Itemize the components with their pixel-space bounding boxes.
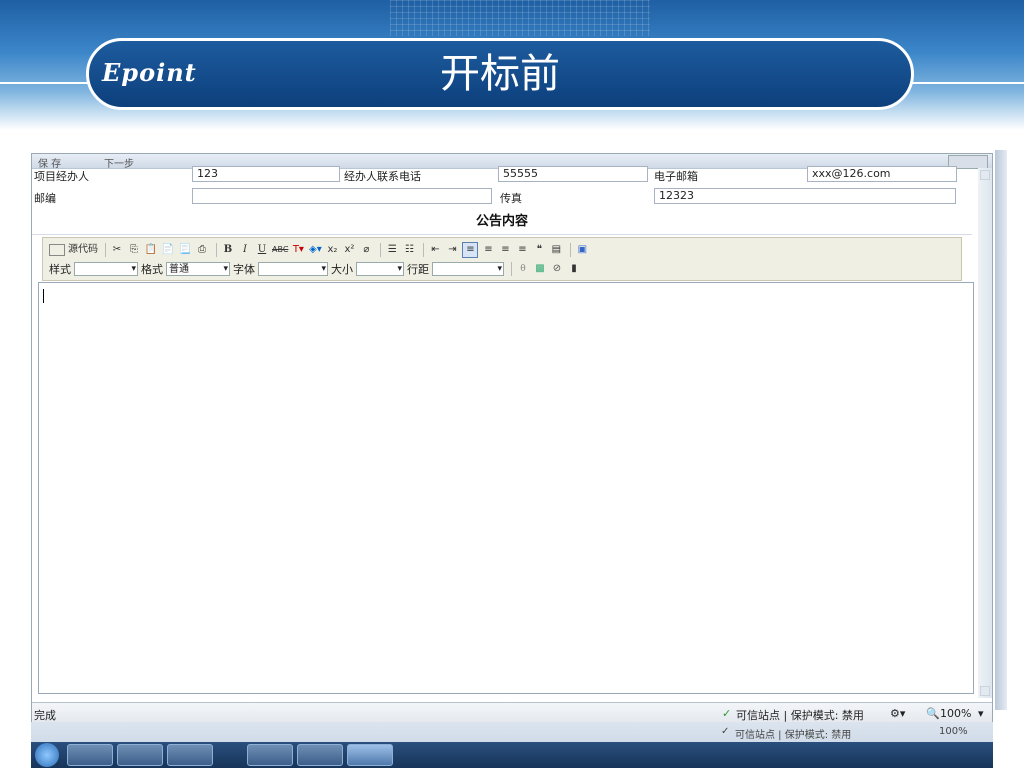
subscript-button[interactable]: x₂ <box>325 243 339 257</box>
form-row-postcode: 邮编 传真 12323 <box>32 186 972 208</box>
trusted-zone-text[interactable]: 可信站点 | 保护模式: 禁用 <box>736 707 864 723</box>
paste-text-icon[interactable]: 📄 <box>161 243 175 257</box>
echo-check-icon: ✓ <box>721 726 730 737</box>
blockquote-icon[interactable]: ❝ <box>532 243 546 257</box>
editor-toolbar-row1: 源代码 ✂ ⎘ 📋 📄 📃 ⎙ B I U ABC T▾ ◈▾ x₂ x² ⌀ … <box>49 241 592 259</box>
ordered-list-icon[interactable]: ☰ <box>385 243 399 257</box>
taskbar-app-active[interactable] <box>347 744 393 766</box>
paste-icon[interactable]: 📋 <box>144 243 158 257</box>
font-select[interactable] <box>258 262 328 276</box>
bold-button[interactable]: B <box>221 243 235 257</box>
toolbar-separator <box>423 243 425 257</box>
unordered-list-icon[interactable]: ☷ <box>402 243 416 257</box>
toolbar-separator <box>380 243 382 257</box>
style-label: 样式 <box>49 263 71 276</box>
media-icon[interactable]: ▮ <box>567 262 581 276</box>
attachment-icon[interactable]: ⍬ <box>516 262 530 276</box>
maximize-icon[interactable]: ▣ <box>575 243 589 257</box>
echo-zoom-level: 100% <box>939 726 968 737</box>
align-center-icon[interactable]: ≡ <box>481 243 495 257</box>
slide-right-strip <box>995 150 1007 710</box>
taskbar-app-4[interactable] <box>247 744 293 766</box>
copy-icon[interactable]: ⎘ <box>127 243 141 257</box>
zoom-level[interactable]: 100% <box>940 707 971 720</box>
flash-icon[interactable]: ⊘ <box>550 262 564 276</box>
vertical-scrollbar[interactable] <box>978 168 992 698</box>
postcode-label: 邮编 <box>34 192 56 205</box>
scroll-down-icon[interactable] <box>980 686 990 696</box>
source-icon <box>49 244 65 256</box>
echo-trusted-text: 可信站点 | 保护模式: 禁用 <box>735 730 852 741</box>
text-caret <box>43 289 44 303</box>
page-break-icon[interactable]: ▤ <box>549 243 563 257</box>
banner-pattern <box>390 0 650 36</box>
start-button[interactable] <box>35 743 59 767</box>
format-select[interactable]: 普通 <box>166 262 230 276</box>
superscript-button[interactable]: x² <box>342 243 356 257</box>
remove-format-icon[interactable]: ⌀ <box>359 243 373 257</box>
italic-button[interactable]: I <box>238 243 252 257</box>
editor-toolbar: 源代码 ✂ ⎘ 📋 📄 📃 ⎙ B I U ABC T▾ ◈▾ x₂ x² ⌀ … <box>42 237 962 281</box>
epoint-logo: Epoint <box>102 58 197 87</box>
print-icon[interactable]: ⎙ <box>195 243 209 257</box>
taskbar <box>31 742 993 768</box>
zoom-dropdown-icon[interactable]: ▾ <box>978 707 984 720</box>
announcement-section-title: 公告内容 <box>32 210 972 235</box>
align-right-icon[interactable]: ≡ <box>498 243 512 257</box>
indent-icon[interactable]: ⇥ <box>445 243 459 257</box>
browser-window: 保 存 下一步 项目经办人 123 经办人联系电话 55555 电子邮箱 xxx… <box>31 153 993 753</box>
underline-button[interactable]: U <box>255 243 269 257</box>
taskbar-app-1[interactable] <box>67 744 113 766</box>
line-height-select[interactable] <box>432 262 504 276</box>
style-select[interactable] <box>74 262 138 276</box>
text-color-icon[interactable]: T▾ <box>291 243 305 257</box>
outdent-icon[interactable]: ⇤ <box>428 243 442 257</box>
manager-input[interactable]: 123 <box>192 166 340 182</box>
email-input[interactable]: xxx@126.com <box>807 166 957 182</box>
strike-button[interactable]: ABC <box>272 243 288 257</box>
cut-icon[interactable]: ✂ <box>110 243 124 257</box>
settings-icon[interactable]: ⚙▾ <box>890 707 905 720</box>
manager-label: 项目经办人 <box>34 170 89 183</box>
phone-label: 经办人联系电话 <box>344 170 421 183</box>
zoom-icon: 🔍 <box>926 707 940 720</box>
email-label: 电子邮箱 <box>654 170 698 183</box>
fax-input[interactable]: 12323 <box>654 188 956 204</box>
phone-input[interactable]: 55555 <box>498 166 648 182</box>
content-editor[interactable] <box>38 282 974 694</box>
font-label: 字体 <box>233 263 255 276</box>
bg-color-icon[interactable]: ◈▾ <box>308 243 322 257</box>
fax-label: 传真 <box>500 192 522 205</box>
image-icon[interactable]: ▩ <box>533 262 547 276</box>
align-left-icon[interactable]: ≡ <box>462 242 479 258</box>
editor-toolbar-row2: 样式 格式 普通 字体 大小 行距 ⍬ ▩ ⊘ ▮ <box>49 260 584 278</box>
toolbar-separator <box>216 243 217 257</box>
form-row-contact: 项目经办人 123 经办人联系电话 55555 电子邮箱 xxx@126.com <box>32 166 972 188</box>
line-height-label: 行距 <box>407 263 429 276</box>
scroll-up-icon[interactable] <box>980 170 990 180</box>
postcode-input[interactable] <box>192 188 492 204</box>
align-justify-icon[interactable]: ≡ <box>515 243 529 257</box>
paste-word-icon[interactable]: 📃 <box>178 243 192 257</box>
size-label: 大小 <box>331 263 353 276</box>
toolbar-separator <box>511 262 512 276</box>
taskbar-app-5[interactable] <box>297 744 343 766</box>
size-select[interactable] <box>356 262 404 276</box>
source-button[interactable]: 源代码 <box>68 243 98 257</box>
status-text: 完成 <box>34 709 56 722</box>
taskbar-app-3[interactable] <box>167 744 213 766</box>
toolbar-separator <box>570 243 572 257</box>
trusted-check-icon: ✓ <box>722 707 732 720</box>
taskbar-app-2[interactable] <box>117 744 163 766</box>
toolbar-separator <box>105 243 106 257</box>
format-label: 格式 <box>141 263 163 276</box>
slide-title: 开标前 <box>440 51 560 97</box>
